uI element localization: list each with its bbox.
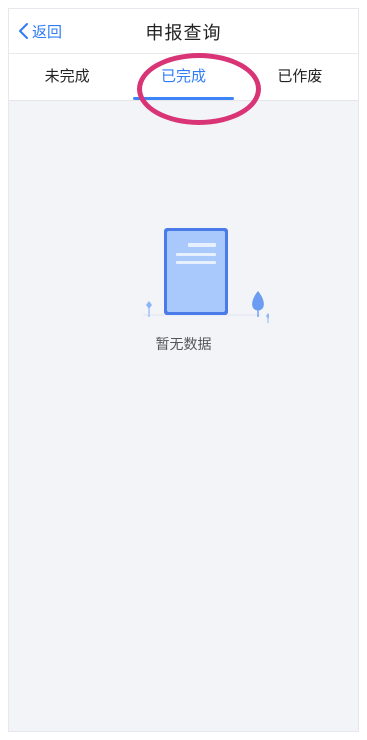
empty-state-illustration — [133, 223, 270, 333]
active-tab-indicator — [133, 97, 234, 100]
app-frame: 返回 申报查询 未完成 已完成 已作废 暂无数据 — [8, 8, 359, 732]
tab-voided[interactable]: 已作废 — [242, 54, 358, 100]
tab-label: 未完成 — [44, 67, 90, 85]
page-title: 申报查询 — [145, 23, 222, 44]
empty-state-message: 暂无数据 — [155, 337, 212, 353]
navigation-bar: 返回 申报查询 — [9, 9, 358, 54]
tab-label: 已作废 — [277, 67, 323, 85]
tab-label: 已完成 — [160, 67, 206, 85]
tab-completed[interactable]: 已完成 — [125, 54, 241, 100]
document-icon — [143, 228, 270, 323]
tab-bar: 未完成 已完成 已作废 — [9, 54, 358, 101]
tab-incomplete[interactable]: 未完成 — [9, 54, 125, 100]
